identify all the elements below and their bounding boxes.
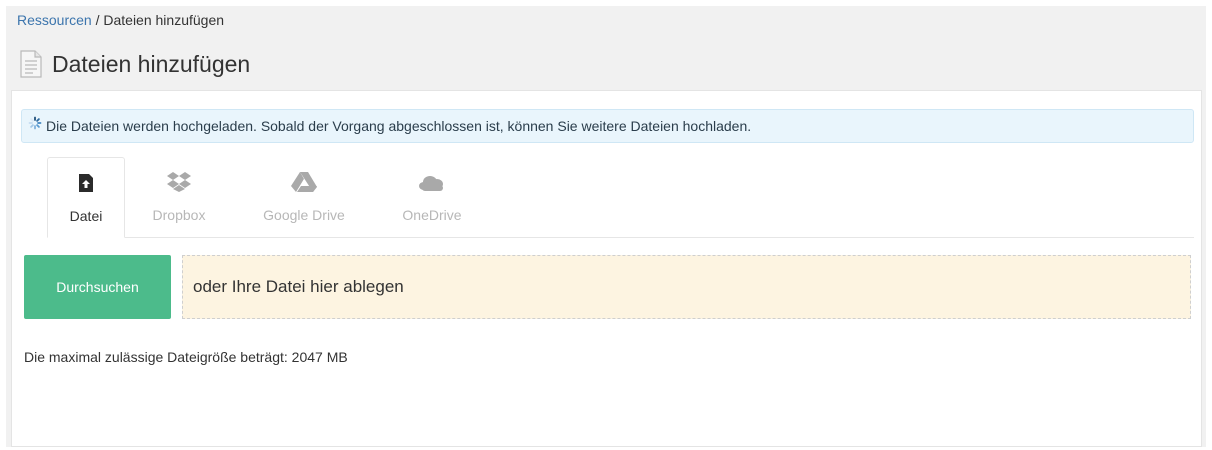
dropzone-text: oder Ihre Datei hier ablegen	[193, 277, 404, 296]
file-dropzone[interactable]: oder Ihre Datei hier ablegen	[182, 255, 1191, 319]
tab-label: Dropbox	[152, 207, 206, 223]
tab-label: Google Drive	[263, 207, 345, 223]
tab-google-drive[interactable]: Google Drive	[249, 157, 359, 237]
file-upload-icon	[79, 174, 93, 192]
breadcrumb: Ressourcen / Dateien hinzufügen	[17, 12, 224, 28]
spinner-icon	[28, 116, 42, 130]
tab-dropbox[interactable]: Dropbox	[135, 157, 223, 237]
upload-panel: Die Dateien werden hochgeladen. Sobald d…	[11, 90, 1202, 447]
tab-onedrive[interactable]: OneDrive	[387, 157, 477, 237]
breadcrumb-link-ressourcen[interactable]: Ressourcen	[17, 12, 92, 28]
upload-status-alert: Die Dateien werden hochgeladen. Sobald d…	[21, 109, 1194, 143]
page-title: Dateien hinzufügen	[52, 50, 251, 77]
tab-label: Datei	[69, 208, 103, 224]
document-icon	[20, 50, 42, 78]
browse-button[interactable]: Durchsuchen	[24, 255, 171, 319]
upload-source-tabs: Datei Dropbox Google Drive OneDrive	[47, 157, 1194, 238]
tab-label: OneDrive	[402, 207, 462, 223]
breadcrumb-separator: /	[91, 12, 104, 28]
google-drive-icon	[291, 172, 317, 192]
tab-datei[interactable]: Datei	[47, 157, 125, 238]
alert-text: Die Dateien werden hochgeladen. Sobald d…	[46, 118, 752, 134]
max-file-size-note: Die maximal zulässige Dateigröße beträgt…	[24, 349, 348, 365]
page-header: Dateien hinzufügen	[20, 48, 250, 80]
onedrive-icon	[419, 176, 443, 191]
breadcrumb-current: Dateien hinzufügen	[103, 12, 225, 28]
dropbox-icon	[167, 172, 191, 192]
page: Ressourcen / Dateien hinzufügen Dateien …	[6, 6, 1206, 447]
